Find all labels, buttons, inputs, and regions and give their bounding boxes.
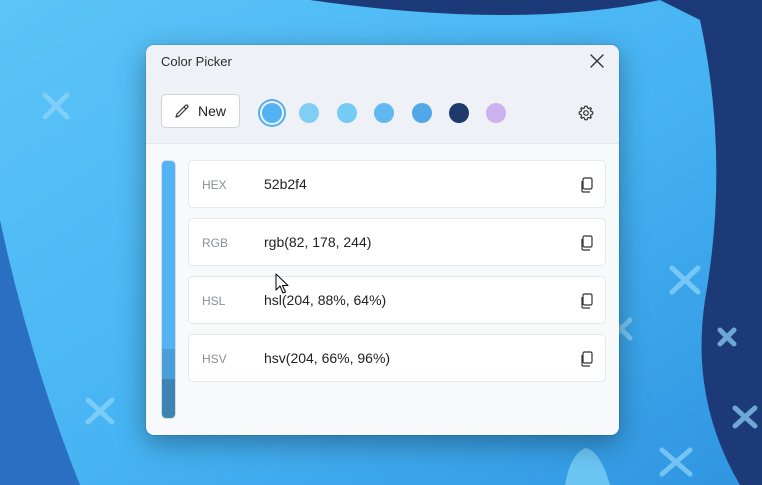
eyedropper-icon — [175, 104, 189, 118]
swatch-2[interactable] — [299, 103, 319, 123]
swatch-6[interactable] — [449, 103, 469, 123]
new-button-label: New — [198, 103, 227, 119]
format-label: HSV — [202, 352, 227, 366]
copy-icon — [581, 177, 593, 193]
color-picker-window: Color Picker New HEX 52b2f4 RGB rgb(82, … — [146, 45, 619, 435]
close-button[interactable] — [584, 49, 610, 73]
new-color-button[interactable]: New — [161, 94, 240, 128]
copy-icon — [581, 293, 593, 309]
copy-icon — [581, 235, 593, 251]
swatch-5[interactable] — [412, 103, 432, 123]
close-icon — [590, 54, 604, 68]
window-title: Color Picker — [161, 54, 232, 69]
format-label: HEX — [202, 178, 227, 192]
format-row-hsv: HSV hsv(204, 66%, 96%) — [188, 334, 606, 382]
swatch-3[interactable] — [337, 103, 357, 123]
copy-button[interactable] — [577, 232, 597, 254]
swatch-4[interactable] — [374, 103, 394, 123]
format-row-hex: HEX 52b2f4 — [188, 160, 606, 208]
shade-segment-2[interactable] — [162, 257, 175, 349]
copy-icon — [581, 351, 593, 367]
format-value[interactable]: rgb(82, 178, 244) — [264, 234, 371, 250]
settings-button[interactable] — [574, 101, 598, 125]
format-row-rgb: RGB rgb(82, 178, 244) — [188, 218, 606, 266]
gear-icon — [578, 105, 594, 121]
shade-segment-1[interactable] — [162, 161, 175, 257]
copy-button[interactable] — [577, 290, 597, 312]
copy-button[interactable] — [577, 174, 597, 196]
format-label: RGB — [202, 236, 229, 250]
copy-button[interactable] — [577, 348, 597, 370]
shade-bar[interactable] — [161, 160, 176, 419]
format-row-hsl: HSL hsl(204, 88%, 64%) — [188, 276, 606, 324]
swatch-1[interactable] — [262, 103, 282, 123]
window-header: Color Picker New — [146, 45, 619, 144]
swatch-7[interactable] — [486, 103, 506, 123]
format-label: HSL — [202, 294, 226, 308]
format-value[interactable]: 52b2f4 — [264, 176, 307, 192]
mouse-cursor-icon — [275, 273, 289, 294]
shade-segment-4[interactable] — [162, 379, 175, 418]
shade-segment-3[interactable] — [162, 349, 175, 379]
format-value[interactable]: hsv(204, 66%, 96%) — [264, 350, 390, 366]
